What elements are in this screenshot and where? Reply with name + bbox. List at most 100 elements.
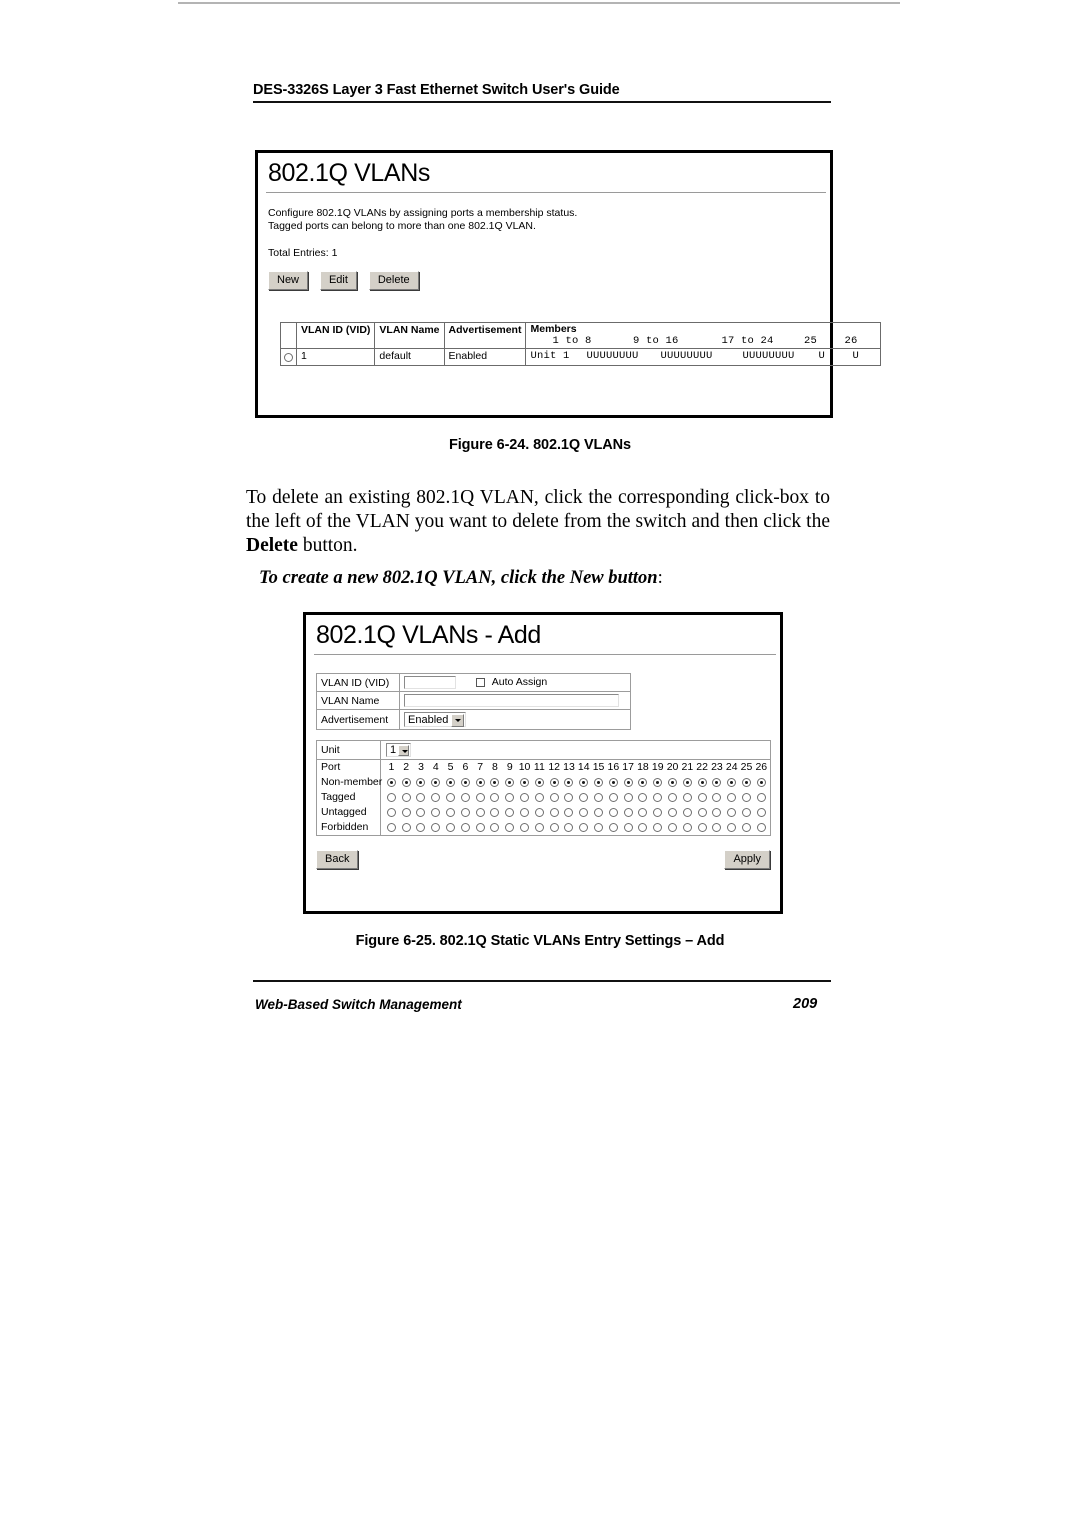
- chevron-down-icon[interactable]: [451, 713, 465, 727]
- radio-icon[interactable]: [608, 807, 618, 817]
- port-radio-untagged-4[interactable]: [428, 805, 443, 820]
- port-radio-untagged-6[interactable]: [458, 805, 473, 820]
- radio-icon[interactable]: [653, 792, 663, 802]
- radio-icon[interactable]: [638, 792, 648, 802]
- port-radio-forbidden-23[interactable]: [710, 820, 725, 835]
- radio-icon[interactable]: [534, 807, 544, 817]
- port-radio-non-member-5[interactable]: [443, 775, 458, 790]
- port-radio-forbidden-10[interactable]: [517, 820, 532, 835]
- radio-icon[interactable]: [756, 792, 766, 802]
- port-radio-forbidden-19[interactable]: [650, 820, 665, 835]
- radio-icon[interactable]: [416, 792, 426, 802]
- radio-icon[interactable]: [564, 777, 574, 787]
- radio-icon[interactable]: [594, 777, 604, 787]
- radio-icon[interactable]: [490, 807, 500, 817]
- radio-icon[interactable]: [490, 822, 500, 832]
- port-radio-forbidden-3[interactable]: [414, 820, 429, 835]
- new-button[interactable]: New: [268, 271, 309, 290]
- radio-icon[interactable]: [534, 822, 544, 832]
- port-radio-non-member-24[interactable]: [724, 775, 739, 790]
- radio-icon[interactable]: [638, 777, 648, 787]
- radio-icon[interactable]: [712, 822, 722, 832]
- port-radio-forbidden-22[interactable]: [695, 820, 710, 835]
- port-radio-forbidden-6[interactable]: [458, 820, 473, 835]
- radio-icon[interactable]: [682, 792, 692, 802]
- port-radio-non-member-17[interactable]: [621, 775, 636, 790]
- radio-icon[interactable]: [460, 792, 470, 802]
- port-radio-non-member-26[interactable]: [754, 775, 769, 790]
- port-radio-forbidden-24[interactable]: [724, 820, 739, 835]
- radio-icon[interactable]: [416, 822, 426, 832]
- radio-icon[interactable]: [742, 792, 752, 802]
- radio-icon[interactable]: [534, 792, 544, 802]
- port-radio-non-member-23[interactable]: [710, 775, 725, 790]
- port-radio-tagged-13[interactable]: [562, 790, 577, 805]
- port-radio-tagged-21[interactable]: [680, 790, 695, 805]
- radio-icon[interactable]: [668, 807, 678, 817]
- radio-icon[interactable]: [742, 807, 752, 817]
- port-radio-untagged-11[interactable]: [532, 805, 547, 820]
- port-radio-tagged-8[interactable]: [488, 790, 503, 805]
- port-radio-non-member-6[interactable]: [458, 775, 473, 790]
- radio-icon[interactable]: [727, 822, 737, 832]
- radio-icon[interactable]: [520, 807, 530, 817]
- radio-icon[interactable]: [520, 792, 530, 802]
- port-radio-tagged-15[interactable]: [591, 790, 606, 805]
- unit-select[interactable]: 1: [386, 743, 412, 757]
- radio-icon[interactable]: [712, 777, 722, 787]
- apply-button[interactable]: Apply: [724, 850, 770, 869]
- radio-icon[interactable]: [520, 777, 530, 787]
- radio-row-forbidden[interactable]: [384, 820, 770, 835]
- radio-icon[interactable]: [756, 822, 766, 832]
- port-radio-forbidden-25[interactable]: [739, 820, 754, 835]
- port-radio-non-member-12[interactable]: [547, 775, 562, 790]
- radio-icon[interactable]: [756, 777, 766, 787]
- port-radio-non-member-18[interactable]: [636, 775, 651, 790]
- advertisement-select[interactable]: Enabled: [404, 712, 467, 727]
- port-radio-tagged-18[interactable]: [636, 790, 651, 805]
- port-radio-forbidden-4[interactable]: [428, 820, 443, 835]
- port-radio-untagged-13[interactable]: [562, 805, 577, 820]
- unit-chevron-down-icon[interactable]: [398, 744, 410, 756]
- port-radio-non-member-14[interactable]: [576, 775, 591, 790]
- radio-icon[interactable]: [431, 807, 441, 817]
- delete-button[interactable]: Delete: [368, 271, 419, 290]
- radio-icon[interactable]: [697, 777, 707, 787]
- port-radio-untagged-19[interactable]: [650, 805, 665, 820]
- row-radio-icon[interactable]: [284, 352, 293, 362]
- radio-icon[interactable]: [505, 807, 515, 817]
- radio-icon[interactable]: [549, 822, 559, 832]
- port-radio-untagged-23[interactable]: [710, 805, 725, 820]
- port-radio-forbidden-5[interactable]: [443, 820, 458, 835]
- radio-icon[interactable]: [638, 807, 648, 817]
- port-radio-forbidden-15[interactable]: [591, 820, 606, 835]
- radio-icon[interactable]: [475, 792, 485, 802]
- port-radio-tagged-12[interactable]: [547, 790, 562, 805]
- radio-icon[interactable]: [475, 822, 485, 832]
- radio-icon[interactable]: [416, 777, 426, 787]
- radio-icon[interactable]: [697, 822, 707, 832]
- port-radio-forbidden-16[interactable]: [606, 820, 621, 835]
- port-radio-non-member-9[interactable]: [502, 775, 517, 790]
- port-radio-forbidden-1[interactable]: [384, 820, 399, 835]
- radio-icon[interactable]: [386, 777, 396, 787]
- radio-icon[interactable]: [401, 777, 411, 787]
- port-radio-forbidden-20[interactable]: [665, 820, 680, 835]
- port-radio-tagged-16[interactable]: [606, 790, 621, 805]
- port-radio-non-member-7[interactable]: [473, 775, 488, 790]
- radio-icon[interactable]: [490, 792, 500, 802]
- port-radio-tagged-14[interactable]: [576, 790, 591, 805]
- port-radio-untagged-17[interactable]: [621, 805, 636, 820]
- radio-icon[interactable]: [579, 807, 589, 817]
- port-radio-untagged-22[interactable]: [695, 805, 710, 820]
- radio-icon[interactable]: [446, 807, 456, 817]
- port-radio-untagged-1[interactable]: [384, 805, 399, 820]
- port-radio-non-member-15[interactable]: [591, 775, 606, 790]
- radio-icon[interactable]: [564, 822, 574, 832]
- port-radio-tagged-7[interactable]: [473, 790, 488, 805]
- port-radio-untagged-5[interactable]: [443, 805, 458, 820]
- port-radio-tagged-4[interactable]: [428, 790, 443, 805]
- radio-icon[interactable]: [623, 822, 633, 832]
- radio-icon[interactable]: [697, 807, 707, 817]
- port-radio-forbidden-17[interactable]: [621, 820, 636, 835]
